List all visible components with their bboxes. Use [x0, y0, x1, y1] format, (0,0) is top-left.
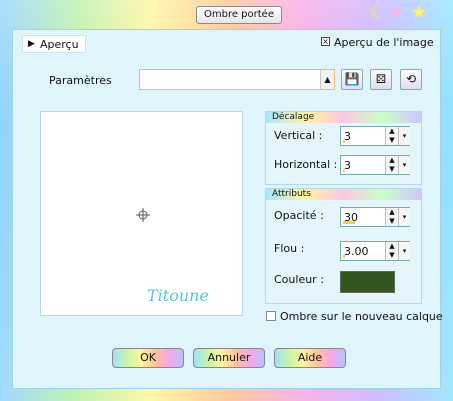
- couleur-label: Couleur :: [274, 273, 324, 286]
- flou-spinner[interactable]: 3.00 ▲ ▼ ▾: [340, 241, 410, 261]
- horizontal-label: Horizontal :: [274, 158, 338, 171]
- opacite-step-buttons[interactable]: ▲ ▼: [385, 208, 398, 226]
- couleur-swatch[interactable]: [340, 271, 395, 293]
- decalage-title: Décalage: [266, 112, 421, 123]
- apercu-image-label: Aperçu de l'image: [334, 36, 434, 49]
- presets-label: Paramètres: [49, 74, 112, 87]
- flou-menu[interactable]: ▾: [398, 242, 410, 260]
- ok-button[interactable]: OK: [112, 348, 184, 368]
- opacite-menu[interactable]: ▾: [398, 208, 410, 226]
- horizontal-step-buttons[interactable]: ▲ ▼: [385, 156, 398, 174]
- star-icon: ★: [388, 2, 405, 23]
- preview-toggle-label: Aperçu: [40, 38, 79, 51]
- opacite-slider[interactable]: [343, 221, 355, 224]
- opacite-spinner[interactable]: 30 ▲ ▼ ▾: [340, 207, 410, 227]
- moon-icon: ☾: [370, 2, 387, 23]
- star-icon: ★: [411, 2, 428, 23]
- flou-label: Flou :: [274, 242, 305, 255]
- annuler-button[interactable]: Annuler: [193, 348, 265, 368]
- flou-slider[interactable]: [343, 255, 345, 258]
- vertical-spinner[interactable]: 3 ▲ ▼ ▾: [340, 126, 410, 146]
- save-icon[interactable]: 💾: [341, 69, 363, 90]
- vertical-slider[interactable]: [343, 140, 345, 143]
- presets-dropdown[interactable]: ▲: [139, 69, 335, 90]
- apercu-image-checkbox[interactable]: ×: [321, 37, 330, 46]
- chevron-down-icon[interactable]: ▲: [320, 70, 334, 89]
- dice-icon[interactable]: ⚄: [370, 69, 392, 90]
- horizontal-spinner[interactable]: 3 ▲ ▼ ▾: [340, 155, 410, 175]
- preview-canvas[interactable]: Titoune: [40, 111, 243, 316]
- ombre-calque-checkbox[interactable]: [266, 311, 276, 321]
- flou-step-buttons[interactable]: ▲ ▼: [385, 242, 398, 260]
- horizontal-menu[interactable]: ▾: [398, 156, 410, 174]
- triangle-right-icon: ▶: [28, 39, 35, 49]
- window-title: Ombre portée: [196, 6, 282, 24]
- attributs-title: Attributs: [266, 189, 421, 200]
- decalage-group: Décalage Vertical : 3 ▲ ▼ ▾ Horizontal : …: [265, 111, 422, 185]
- vertical-value: 3: [344, 130, 351, 143]
- ombre-calque-label: Ombre sur le nouveau calque: [280, 310, 443, 323]
- horizontal-slider[interactable]: [343, 169, 345, 172]
- dialog-frame: Ombre portée ☾ ★ ★ ▶ Aperçu × Aperçu de …: [0, 0, 453, 401]
- vertical-step-buttons[interactable]: ▲ ▼: [385, 127, 398, 145]
- crosshair-icon: [136, 208, 150, 222]
- watermark-signature: Titoune: [147, 286, 209, 305]
- aide-button[interactable]: Aide: [274, 348, 346, 368]
- preview-toggle-button[interactable]: ▶ Aperçu: [22, 35, 86, 53]
- horizontal-value: 3: [344, 159, 351, 172]
- vertical-label: Vertical :: [274, 129, 323, 142]
- attributs-group: Attributs Opacité : 30 ▲ ▼ ▾ Flou : 3.00 …: [265, 188, 422, 304]
- flou-value: 3.00: [344, 245, 369, 258]
- reset-icon[interactable]: ⟲: [400, 69, 422, 90]
- vertical-menu[interactable]: ▾: [398, 127, 410, 145]
- opacite-label: Opacité :: [274, 209, 324, 222]
